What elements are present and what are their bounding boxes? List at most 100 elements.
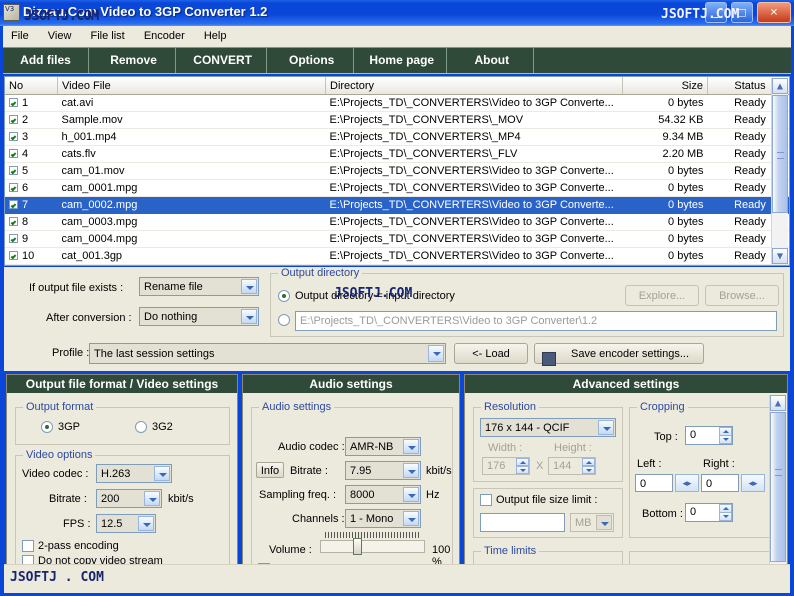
volume-slider[interactable]	[320, 540, 425, 553]
audio-bitrate-combo[interactable]: 7.95	[345, 461, 421, 480]
audio-info-button[interactable]: Info	[256, 462, 284, 478]
width-input[interactable]: 176	[482, 457, 530, 475]
height-input[interactable]: 144	[548, 457, 596, 475]
row-checkbox[interactable]	[9, 132, 18, 141]
chevron-down-icon[interactable]	[596, 515, 612, 530]
filesize-unit-combo[interactable]: MB	[570, 513, 614, 532]
profile-combo[interactable]: The last session settings	[89, 343, 446, 364]
cell-no[interactable]: 7	[5, 196, 58, 214]
crop-left-input[interactable]: 0	[635, 474, 673, 492]
resolution-combo[interactable]: 176 x 144 - QCIF	[480, 418, 616, 437]
about-button[interactable]: About	[450, 48, 535, 73]
menu-item-file-list[interactable]: File list	[83, 26, 133, 42]
cell-no[interactable]: 1	[5, 94, 58, 112]
close-button[interactable]: ✕	[757, 2, 791, 23]
row-checkbox[interactable]	[9, 217, 18, 226]
filesize-limit-input[interactable]	[480, 513, 565, 532]
row-checkbox[interactable]	[9, 200, 18, 209]
radio-3gp[interactable]	[41, 421, 53, 433]
advanced-scroll-up-button[interactable]: ▲	[770, 395, 786, 411]
maximize-button[interactable]: □	[730, 2, 753, 23]
save-encoder-settings-button[interactable]: Save encoder settings...	[534, 343, 704, 366]
chevron-down-icon[interactable]	[428, 345, 444, 362]
convert-button[interactable]: CONVERT	[179, 48, 268, 73]
row-checkbox[interactable]	[9, 166, 18, 175]
scrollbar-thumb[interactable]	[772, 95, 788, 213]
custom-dir-input[interactable]: E:\Projects_TD\_CONVERTERS\Video to 3GP …	[295, 311, 777, 331]
height-spin-down[interactable]	[582, 466, 595, 474]
cell-no[interactable]: 3	[5, 128, 58, 146]
height-spin-up[interactable]	[582, 458, 595, 466]
chevron-down-icon[interactable]	[598, 420, 614, 435]
browse-button[interactable]: Browse...	[705, 285, 779, 306]
table-row[interactable]: 4 cats.flv E:\Projects_TD\_CONVERTERS\_FLV…	[5, 145, 789, 163]
table-row[interactable]: 9 cam_0004.mpg E:\Projects_TD\_CONVERTERS\…	[5, 230, 789, 248]
chevron-down-icon[interactable]	[403, 439, 419, 454]
filesize-limit-checkbox[interactable]	[480, 494, 492, 506]
table-row[interactable]: 3 h_001.mp4 E:\Projects_TD\_CONVERTERS\_MP…	[5, 128, 789, 146]
row-checkbox[interactable]	[9, 115, 18, 124]
add-files-button[interactable]: Add files	[3, 48, 89, 73]
chevron-down-icon[interactable]	[241, 279, 257, 294]
chevron-down-icon[interactable]	[241, 309, 257, 324]
advanced-panel-scrollbar[interactable]: ▲ ▼	[769, 395, 786, 588]
width-spin-up[interactable]	[516, 458, 529, 466]
column-header-file[interactable]: Video File	[57, 77, 326, 95]
file-list-scrollbar[interactable]: ▲ ▼	[771, 78, 788, 264]
advanced-scrollbar-thumb[interactable]	[770, 412, 786, 562]
row-checkbox[interactable]	[9, 251, 18, 260]
table-row[interactable]: 1 cat.avi E:\Projects_TD\_CONVERTERS\Video…	[5, 94, 789, 112]
column-header-size[interactable]: Size	[622, 77, 708, 95]
menu-item-view[interactable]: View	[40, 26, 80, 42]
width-spin-down[interactable]	[516, 466, 529, 474]
table-row[interactable]: 2 Sample.mov E:\Projects_TD\_CONVERTERS\_M…	[5, 111, 789, 129]
chevron-down-icon[interactable]	[138, 516, 154, 531]
scroll-up-button[interactable]: ▲	[772, 78, 788, 94]
radio-3g2[interactable]	[135, 421, 147, 433]
cell-no[interactable]: 5	[5, 162, 58, 180]
chevron-down-icon[interactable]	[154, 466, 170, 481]
video-bitrate-combo[interactable]: 200	[96, 489, 162, 508]
minimize-button[interactable]: _	[704, 2, 727, 23]
two-pass-checkbox[interactable]	[22, 540, 34, 552]
crop-right-input[interactable]: 0	[701, 474, 739, 492]
crop-right-stepper[interactable]: ◂▸	[741, 474, 765, 492]
crop-top-input[interactable]: 0	[685, 426, 733, 445]
chevron-down-icon[interactable]	[144, 491, 160, 506]
crop-top-spin-down[interactable]	[719, 435, 732, 444]
cell-no[interactable]: 8	[5, 213, 58, 231]
table-row[interactable]: 7 cam_0002.mpg E:\Projects_TD\_CONVERTERS\…	[5, 196, 789, 214]
audio-codec-combo[interactable]: AMR-NB	[345, 437, 421, 456]
radio-custom-dir[interactable]	[278, 314, 290, 326]
channels-combo[interactable]: 1 - Mono	[345, 509, 421, 528]
column-header-dir[interactable]: Directory	[325, 77, 623, 95]
chevron-down-icon[interactable]	[403, 511, 419, 526]
menu-item-help[interactable]: Help	[196, 26, 235, 42]
scroll-down-button[interactable]: ▼	[772, 248, 788, 264]
load-profile-button[interactable]: <- Load	[454, 343, 528, 364]
menu-item-encoder[interactable]: Encoder	[136, 26, 193, 42]
crop-bottom-spin-down[interactable]	[719, 512, 732, 521]
cell-no[interactable]: 6	[5, 179, 58, 197]
cell-no[interactable]: 9	[5, 230, 58, 248]
chevron-down-icon[interactable]	[403, 463, 419, 478]
row-checkbox[interactable]	[9, 98, 18, 107]
home-page-button[interactable]: Home page	[357, 48, 448, 73]
chevron-down-icon[interactable]	[403, 487, 419, 502]
table-row[interactable]: 5 cam_01.mov E:\Projects_TD\_CONVERTERS\Vi…	[5, 162, 789, 180]
video-codec-combo[interactable]: H.263	[96, 464, 172, 483]
cell-no[interactable]: 2	[5, 111, 58, 129]
if-output-exists-combo[interactable]: Rename file	[139, 277, 259, 296]
table-row[interactable]: 6 cam_0001.mpg E:\Projects_TD\_CONVERTERS\…	[5, 179, 789, 197]
table-row[interactable]: 10 cat_001.3gp E:\Projects_TD\_CONVERTERS\…	[5, 247, 789, 265]
radio-same-as-input[interactable]	[278, 290, 290, 302]
after-conversion-combo[interactable]: Do nothing	[139, 307, 259, 326]
options-button[interactable]: Options	[270, 48, 355, 73]
crop-bottom-input[interactable]: 0	[685, 503, 733, 522]
sampling-freq-combo[interactable]: 8000	[345, 485, 421, 504]
cell-no[interactable]: 4	[5, 145, 58, 163]
row-checkbox[interactable]	[9, 234, 18, 243]
explore-button[interactable]: Explore...	[625, 285, 699, 306]
file-list[interactable]: No Video File Directory Size Status 1 cat…	[4, 76, 790, 266]
fps-combo[interactable]: 12.5	[96, 514, 156, 533]
